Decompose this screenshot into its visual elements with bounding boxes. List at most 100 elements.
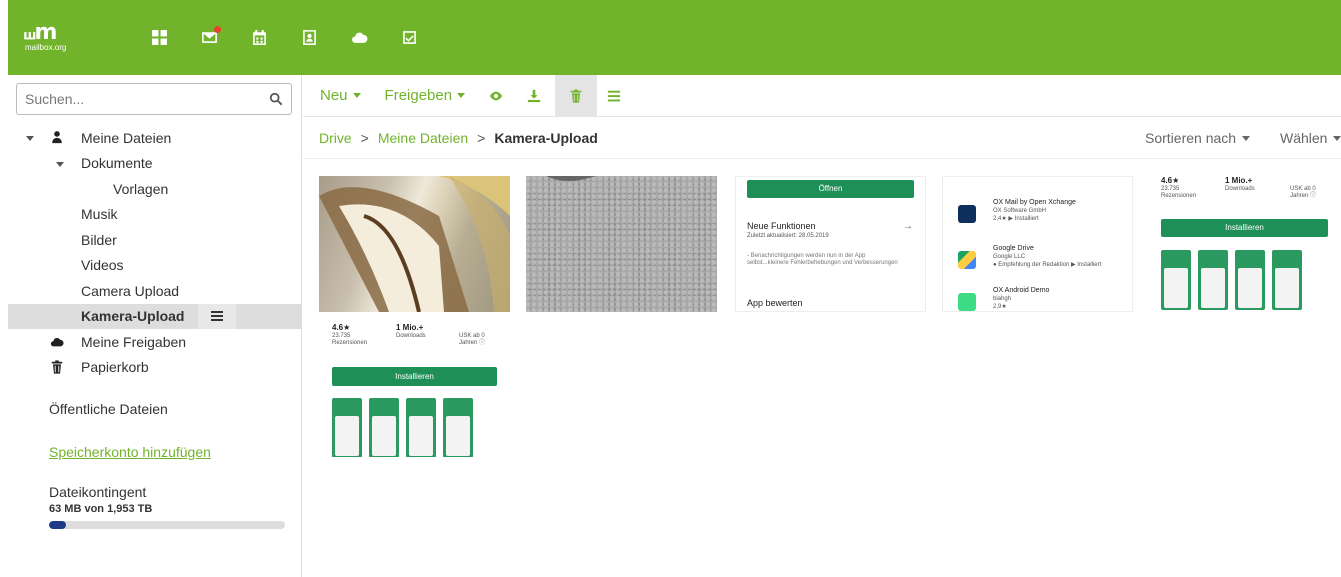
google-drive-app-icon (958, 251, 976, 269)
tree-item-kamera-upload[interactable]: Kamera-Upload (8, 303, 302, 329)
breadcrumb-current: Kamera-Upload (494, 129, 598, 146)
folder-tree: Meine Dateien Dokumente Vorlagen Musik B… (8, 125, 302, 380)
public-files-link[interactable]: Öffentliche Dateien (49, 401, 168, 417)
screenshot-carousel (1161, 250, 1309, 310)
tree-label: Bilder (81, 231, 117, 248)
screenshot-rate-app: App bewerten (747, 298, 803, 308)
breadcrumb-my-files[interactable]: Meine Dateien (378, 130, 468, 146)
ox-mail-app-icon (958, 205, 976, 223)
breadcrumb-drive[interactable]: Drive (319, 130, 352, 146)
caret-down-icon (1333, 135, 1341, 141)
screenshot-preview (1235, 250, 1265, 310)
chevron-down-icon[interactable] (26, 136, 34, 141)
tree-item-my-shares[interactable]: Meine Freigaben (8, 329, 302, 355)
file-thumbnail-screenshot-apps[interactable]: OX Mail by Open Xchange OX Software GmbH… (942, 176, 1133, 312)
screenshot-preview (1161, 250, 1191, 310)
share-button[interactable]: Freigeben (375, 75, 476, 117)
mail-icon[interactable] (184, 18, 234, 58)
sort-dropdown[interactable]: Sortieren nach (1145, 130, 1251, 146)
screenshot-preview (369, 398, 399, 457)
breadcrumb: Drive > Meine Dateien > Kamera-Upload (319, 130, 598, 146)
folder-menu-button[interactable] (198, 303, 236, 329)
banana-photo (319, 176, 510, 312)
cloud-icon (50, 335, 64, 349)
tree-item-trash[interactable]: Papierkorb (8, 355, 302, 381)
screenshot-carousel (332, 398, 480, 457)
app3-dev: biahgh (993, 296, 1012, 302)
downloads: Downloads (1225, 186, 1255, 192)
app3-title: OX Android Demo (993, 287, 1050, 294)
quota-label: Dateikontingent (49, 484, 147, 500)
tree-label: Kamera-Upload (81, 308, 185, 325)
downloads-value: 1 Mio.+ (396, 323, 424, 332)
select-label: Wählen (1280, 130, 1328, 146)
screenshot-new-features: Neue Funktionen (747, 221, 816, 231)
tree-item-pictures[interactable]: Bilder (8, 227, 302, 253)
contacts-icon[interactable] (284, 18, 334, 58)
tree-item-music[interactable]: Musik (8, 202, 302, 228)
user-icon (50, 130, 64, 144)
tasks-icon[interactable] (384, 18, 434, 58)
search-input[interactable] (17, 85, 257, 113)
screenshot-notes: - Benachrichtigungen werden nun in der A… (747, 253, 898, 266)
eye-icon (489, 91, 503, 100)
more-actions-button[interactable] (597, 75, 631, 117)
tree-label: Musik (81, 206, 118, 223)
delete-button[interactable] (555, 74, 598, 117)
logo[interactable]: ⧢m mailbox.org (24, 13, 94, 63)
tree-item-camera-upload[interactable]: Camera Upload (8, 278, 302, 304)
calendar-icon[interactable] (234, 18, 284, 58)
portal-icon[interactable] (134, 18, 184, 58)
screenshot-preview (332, 398, 362, 457)
app2-title: Google Drive (993, 245, 1034, 252)
downloads: Downloads (396, 333, 426, 339)
rating: 4.6★ (332, 323, 351, 332)
app3-meta: 2,9★ (993, 304, 1007, 310)
tree-item-templates[interactable]: Vorlagen (8, 176, 302, 202)
select-dropdown[interactable]: Wählen (1280, 130, 1341, 146)
arrow-right-icon: → (903, 221, 913, 232)
screenshot-open-button: Öffnen (747, 180, 914, 198)
tree-label: Camera Upload (81, 282, 180, 299)
app2-meta: ● Empfehlung der Redaktion ▶ Installiert (993, 262, 1102, 268)
app1-title: OX Mail by Open Xchange (993, 199, 1076, 206)
search-icon[interactable] (269, 92, 283, 106)
caret-down-icon (457, 93, 466, 98)
file-thumbnail-screenshot-install[interactable]: 4.6★ 23.735 Rezensionen 1 Mio.+ Download… (1150, 176, 1341, 312)
sidebar: Meine Dateien Dokumente Vorlagen Musik B… (8, 75, 302, 577)
file-thumbnail-screenshot-update[interactable]: Öffnen Neue Funktionen Zuletzt aktualisi… (735, 176, 926, 312)
tree-item-documents[interactable]: Dokumente (8, 151, 302, 177)
reviews: 23.735 Rezensionen (332, 333, 368, 346)
download-icon (527, 89, 541, 102)
file-thumbnail-banana[interactable] (319, 176, 510, 312)
new-button[interactable]: Neu (310, 75, 371, 117)
tree-item-videos[interactable]: Videos (8, 253, 302, 279)
tree-item-my-files[interactable]: Meine Dateien (8, 125, 302, 151)
tree-label: Dokumente (81, 155, 153, 172)
share-label: Freigeben (384, 87, 453, 104)
add-storage-account-link[interactable]: Speicherkonto hinzufügen (49, 444, 211, 460)
downloads-value: 1 Mio.+ (1225, 176, 1253, 185)
tree-label: Videos (81, 257, 124, 274)
toolbar: Neu Freigeben (303, 74, 1341, 117)
drive-icon[interactable] (334, 18, 384, 58)
caret-down-icon (1242, 135, 1251, 141)
file-thumbnail-gravel[interactable] (526, 176, 717, 312)
app1-meta: 2,4★ ▶ Installiert (993, 216, 1039, 222)
quota-progress-fill (49, 521, 66, 529)
screenshot-preview (1272, 250, 1302, 310)
download-button[interactable] (517, 75, 551, 117)
android-app-icon (958, 293, 976, 311)
file-thumbnail-screenshot-install-2[interactable]: 4.6★ 23.735 Rezensionen 1 Mio.+ Download… (319, 321, 510, 457)
install-button: Installieren (1161, 219, 1328, 237)
chevron-down-icon[interactable] (56, 161, 64, 167)
hamburger-icon (211, 315, 223, 318)
unread-badge (214, 25, 221, 33)
trash-icon (570, 88, 582, 103)
reviews: 23.735 Rezensionen (1161, 186, 1197, 199)
age-rating: USK ab 0 Jahren ⓘ (1290, 186, 1317, 199)
tree-label: Meine Dateien (81, 129, 172, 146)
view-button[interactable] (479, 75, 513, 117)
tree-label: Meine Freigaben (81, 333, 187, 350)
new-label: Neu (320, 87, 348, 104)
